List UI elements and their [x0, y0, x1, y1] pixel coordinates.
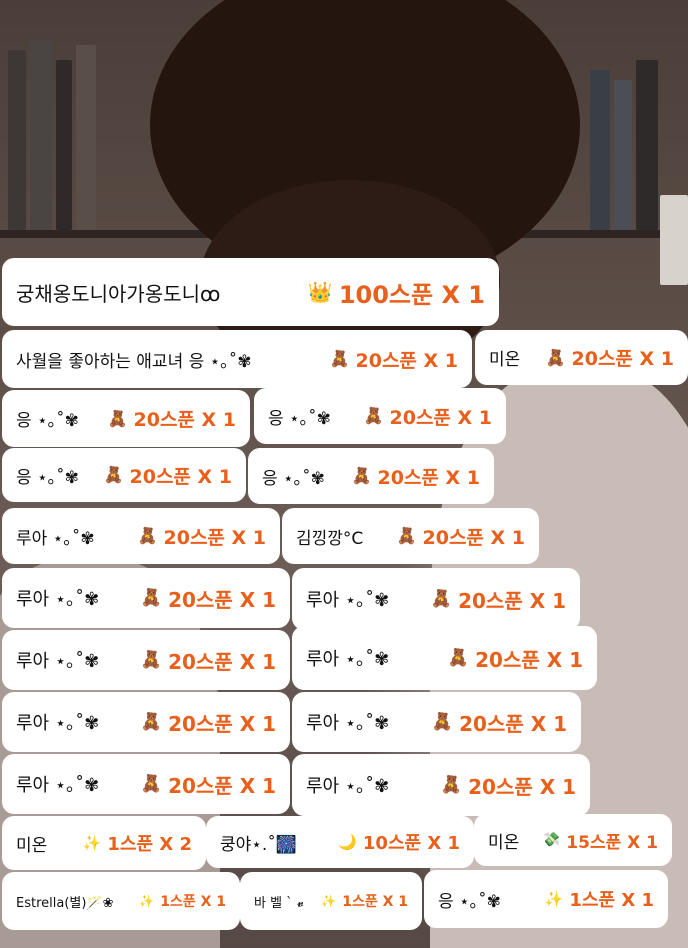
- donation-item: 응 ⋆｡˚✾ 🧸 20스푼 X 1: [2, 390, 250, 447]
- bear-icon: 🧸: [431, 711, 454, 732]
- bear-icon: 🧸: [351, 466, 372, 485]
- donor-name: 사월을 좋아하는 애교녀 응 ⋆｡˚✾: [16, 351, 252, 372]
- donation-item: 미온 ✨ 1스푼 X 2: [2, 816, 206, 870]
- donor-name: 루아 ⋆｡˚✾: [16, 589, 100, 610]
- spoon-amount: 20스푼 X 1: [129, 465, 233, 488]
- moon-icon: 🌙: [338, 832, 357, 851]
- donation-item: Estrella(별)🪄❀ ✨ 1스푼 X 1: [2, 872, 240, 930]
- donation-item: 루아 ⋆｡˚✾ 🧸 20스푼 X 1: [292, 692, 581, 752]
- donation-item: 미온 🧸 20스푼 X 1: [475, 330, 688, 385]
- spoon-amount: 1스푼 X 1: [160, 894, 226, 910]
- donor-name: 루아 ⋆｡˚✾: [306, 713, 390, 734]
- bear-icon: 🧸: [329, 349, 350, 368]
- bear-icon: 🧸: [103, 465, 124, 484]
- spoon-amount: 1스푼 X 2: [107, 834, 192, 855]
- donor-name: 쿵야⋆.˚🎆: [220, 834, 297, 855]
- donor-name: 응 ⋆｡˚✾: [16, 467, 79, 488]
- bear-icon: 🧸: [363, 406, 384, 425]
- donor-name: 루아 ⋆｡˚✾: [16, 775, 100, 796]
- donation-item: 루아 ⋆｡˚✾ 🧸 20스푼 X 1: [2, 754, 290, 814]
- sparkle-wand-icon: ✨: [82, 833, 102, 852]
- spoon-amount: 20스푼 X 1: [355, 349, 459, 372]
- donation-item: 루아 ⋆｡˚✾ 🧸 20스푼 X 1: [2, 568, 290, 628]
- bear-icon: 🧸: [137, 526, 158, 545]
- bear-icon: 🧸: [140, 587, 163, 608]
- donor-name: 미온: [16, 835, 48, 856]
- donor-name: 바 벨 ˋ 𝓿: [254, 895, 304, 911]
- spoon-amount: 20스푼 X 1: [168, 711, 276, 736]
- donation-item: 바 벨 ˋ 𝓿 ✨ 1스푼 X 1: [240, 872, 422, 930]
- donation-item: 루아 ⋆｡˚✾ 🧸 20스푼 X 1: [292, 754, 590, 816]
- donor-name: 루아 ⋆｡˚✾: [306, 649, 390, 670]
- sparkle-wand-icon: ✨: [321, 894, 337, 908]
- donation-item: 응 ⋆｡˚✾ 🧸 20스푼 X 1: [254, 388, 506, 444]
- donation-item: 궁채옹도니아가옹도니ꝏ 👑 100스푼 X 1: [2, 258, 499, 326]
- spoon-amount: 20스푼 X 1: [468, 774, 576, 799]
- donation-item: 루아 ⋆｡˚✾ 🧸 20스푼 X 1: [292, 568, 580, 630]
- money-icon: 💸: [542, 832, 561, 848]
- donor-name: 루아 ⋆｡˚✾: [306, 776, 390, 797]
- donation-item: 김낑깡°C 🧸 20스푼 X 1: [282, 508, 539, 564]
- bear-icon: 🧸: [430, 588, 453, 609]
- spoon-amount: 20스푼 X 1: [475, 647, 583, 672]
- spoon-amount: 20스푼 X 1: [458, 588, 566, 613]
- bear-icon: 🧸: [440, 774, 463, 795]
- spoon-amount: 1스푼 X 1: [569, 890, 654, 911]
- donation-item: 미온 💸 15스푼 X 1: [474, 814, 672, 866]
- donor-name: 응 ⋆｡˚✾: [262, 468, 325, 489]
- donor-name: Estrella(별)🪄❀: [16, 895, 114, 911]
- donor-name: 김낑깡°C: [296, 528, 364, 549]
- spoon-amount: 15스푼 X 1: [566, 832, 658, 853]
- bear-icon: 🧸: [545, 347, 566, 367]
- bear-icon: 🧸: [447, 647, 470, 668]
- spoon-amount: 20스푼 X 1: [422, 526, 526, 549]
- donor-name: 응 ⋆｡˚✾: [268, 408, 331, 429]
- donor-name: 미온: [489, 350, 521, 370]
- donor-name: 루아 ⋆｡˚✾: [16, 528, 95, 549]
- spoon-amount: 100스푼 X 1: [338, 280, 485, 309]
- spoon-amount: 20스푼 X 1: [571, 348, 675, 370]
- spoon-amount: 20스푼 X 1: [163, 526, 267, 549]
- donation-item: 쿵야⋆.˚🎆 🌙 10스푼 X 1: [206, 816, 474, 868]
- spoon-amount: 20스푼 X 1: [133, 409, 237, 431]
- spoon-amount: 20스푼 X 1: [168, 587, 276, 612]
- bear-icon: 🧸: [140, 773, 163, 794]
- donor-name: 루아 ⋆｡˚✾: [306, 590, 390, 611]
- donor-name: 루아 ⋆｡˚✾: [16, 713, 100, 734]
- bear-icon: 🧸: [107, 408, 128, 428]
- donation-item: 응 ⋆｡˚✾ 🧸 20스푼 X 1: [2, 448, 246, 502]
- donation-item: 루아 ⋆｡˚✾ 🧸 20스푼 X 1: [2, 692, 290, 752]
- donor-name: 응 ⋆｡˚✾: [16, 411, 79, 431]
- sparkle-wand-icon: ✨: [544, 889, 564, 908]
- donation-item: 루아 ⋆｡˚✾ 🧸 20스푼 X 1: [2, 508, 280, 564]
- bear-icon: 🧸: [396, 526, 417, 545]
- donor-name: 루아 ⋆｡˚✾: [16, 651, 100, 672]
- spoon-amount: 20스푼 X 1: [377, 466, 481, 489]
- donor-name: 미온: [488, 832, 520, 853]
- donation-item: 응 ⋆｡˚✾ ✨ 1스푼 X 1: [424, 870, 668, 928]
- spoon-amount: 20스푼 X 1: [168, 649, 276, 674]
- crown-icon: 👑: [307, 280, 333, 304]
- donation-item: 응 ⋆｡˚✾ 🧸 20스푼 X 1: [248, 448, 494, 504]
- sparkle-wand-icon: ✨: [139, 894, 155, 908]
- spoon-amount: 20스푼 X 1: [389, 406, 493, 429]
- donation-item: 루아 ⋆｡˚✾ 🧸 20스푼 X 1: [292, 626, 597, 690]
- donor-name: 응 ⋆｡˚✾: [438, 891, 501, 912]
- spoon-amount: 1스푼 X 1: [342, 894, 408, 910]
- donation-item: 루아 ⋆｡˚✾ 🧸 20스푼 X 1: [2, 630, 290, 690]
- spoon-amount: 20스푼 X 1: [459, 711, 567, 736]
- donor-name: 궁채옹도니아가옹도니ꝏ: [16, 281, 221, 306]
- bear-icon: 🧸: [140, 649, 163, 670]
- bear-icon: 🧸: [140, 711, 163, 732]
- donation-item: 사월을 좋아하는 애교녀 응 ⋆｡˚✾ 🧸 20스푼 X 1: [2, 330, 472, 388]
- spoon-amount: 10스푼 X 1: [362, 833, 460, 854]
- spoon-amount: 20스푼 X 1: [168, 773, 276, 798]
